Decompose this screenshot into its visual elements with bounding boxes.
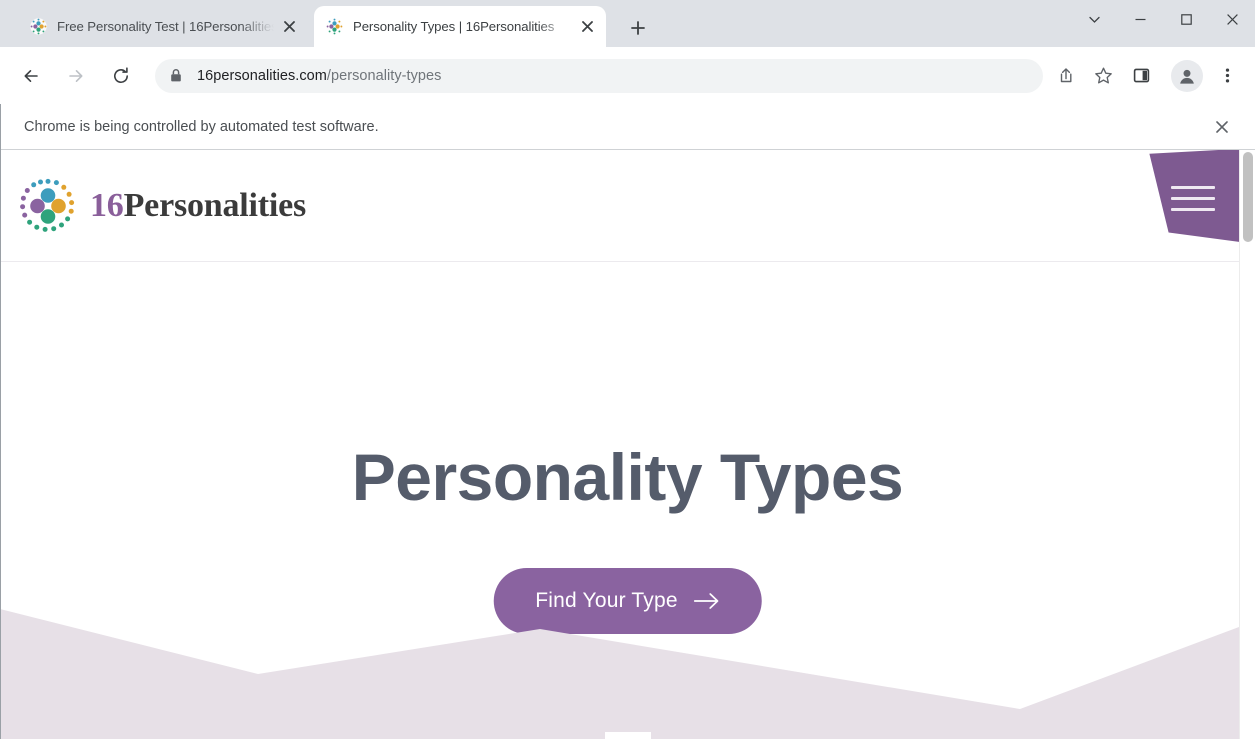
16personalities-favicon [30,18,47,35]
forward-button[interactable] [60,60,92,92]
16personalities-favicon [326,18,343,35]
tab-search-button[interactable] [1071,0,1117,39]
browser-window: Free Personality Test | 16Personalities [0,0,1255,739]
chevron-down-icon [1088,16,1100,23]
three-dot-menu-icon[interactable] [1211,60,1243,92]
page-title: Personality Types [351,440,904,514]
tab-title: Free Personality Test | 16Personalities [57,19,274,34]
decorative-wave [0,609,1255,739]
close-window-button[interactable] [1209,0,1255,39]
share-icon[interactable] [1049,60,1081,92]
close-icon[interactable] [278,16,300,38]
arrow-right-icon [69,69,83,82]
close-icon[interactable] [1209,114,1235,140]
browser-tab-1[interactable]: Free Personality Test | 16Personalities [18,6,308,47]
minimize-button[interactable] [1117,0,1163,39]
url-domain: 16personalities.com [197,67,327,84]
site-header: 16Personalities [0,150,1255,262]
address-bar[interactable]: 16personalities.com/personality-types [155,58,1043,93]
hamburger-menu-button[interactable] [1149,150,1255,244]
close-icon[interactable] [576,16,598,38]
new-tab-button[interactable] [623,13,653,43]
automation-infobar-message: Chrome is being controlled by automated … [24,118,379,135]
tab-strip: Free Personality Test | 16Personalities [0,0,1255,47]
lock-icon [169,68,185,83]
automation-infobar: Chrome is being controlled by automated … [0,104,1255,150]
reload-button[interactable] [105,60,137,92]
window-controls [1071,0,1255,47]
browser-tab-2[interactable]: Personality Types | 16Personalities [314,6,606,47]
maximize-icon [1180,14,1192,25]
logo-number: 16 [90,187,124,224]
side-panel-icon[interactable] [1125,60,1157,92]
browser-toolbar: 16personalities.com/personality-types [0,47,1255,104]
window-border [0,104,1,739]
back-button[interactable] [15,60,47,92]
reload-icon [114,66,129,83]
site-logo-text: 16Personalities [90,187,306,225]
url-path: /personality-types [326,67,442,84]
minimize-icon [1135,18,1145,21]
logo-word: Personalities [123,187,307,224]
close-icon [1226,14,1238,25]
toolbar-icons [1043,59,1245,92]
tab-title: Personality Types | 16Personalities [353,19,555,34]
plus-icon [631,21,645,35]
next-section-peek [604,732,651,739]
scrollbar-thumb[interactable] [1243,152,1253,242]
maximize-button[interactable] [1163,0,1209,39]
hamburger-icon [1171,186,1215,211]
star-icon[interactable] [1087,60,1119,92]
16personalities-logo-mark [18,176,78,236]
hero-section: Personality Types Find Your Type [0,262,1255,739]
page-scrollbar[interactable] [1239,150,1255,739]
arrow-left-icon [24,69,38,82]
page-viewport: 16Personalities Personality Types Find Y… [0,150,1255,739]
profile-avatar-icon[interactable] [1171,59,1203,92]
url-text: 16personalities.com/personality-types [197,68,441,84]
site-logo[interactable]: 16Personalities [18,176,306,236]
